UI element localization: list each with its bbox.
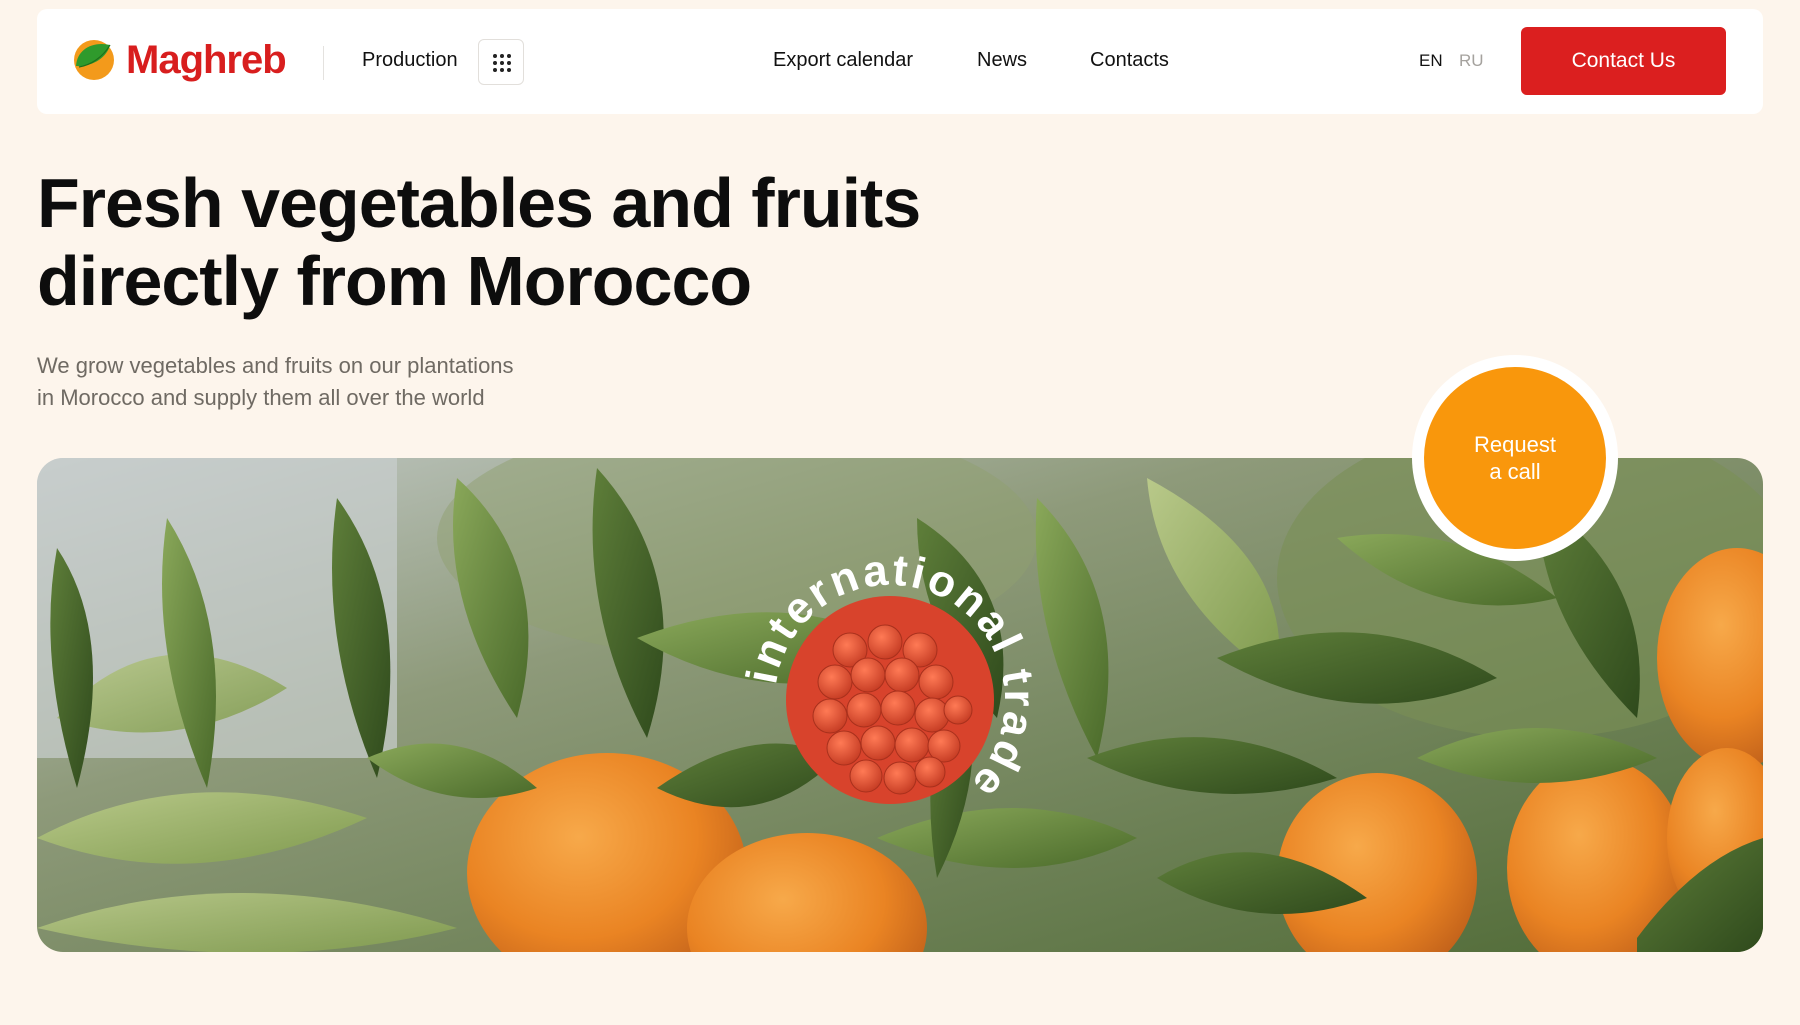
request-call-button[interactable]: Request a call xyxy=(1412,355,1618,561)
header-divider xyxy=(323,46,324,80)
hero-subtitle: We grow vegetables and fruits on our pla… xyxy=(37,350,597,414)
nav-export-calendar[interactable]: Export calendar xyxy=(773,47,913,73)
request-call-line-1: Request xyxy=(1474,432,1556,457)
language-en[interactable]: EN xyxy=(1419,50,1443,72)
site-header: Maghreb Production Export calendar News … xyxy=(37,9,1763,114)
hero-title-line-2: directly from Morocco xyxy=(37,242,752,320)
hero-title-line-1: Fresh vegetables and fruits xyxy=(37,164,921,242)
nav-news[interactable]: News xyxy=(977,47,1027,73)
logo[interactable]: Maghreb xyxy=(73,38,287,82)
hero-subtitle-line-1: We grow vegetables and fruits on our pla… xyxy=(37,353,514,378)
nav-production[interactable]: Production xyxy=(362,47,458,73)
hero-title: Fresh vegetables and fruits directly fro… xyxy=(37,164,1037,320)
international-trade-badge: international trade xyxy=(740,550,1040,810)
orange-leaf-logo-icon xyxy=(74,40,114,80)
request-call-circle[interactable]: Request a call xyxy=(1424,367,1606,549)
production-menu-button[interactable] xyxy=(478,39,524,85)
language-ru[interactable]: RU xyxy=(1459,50,1484,72)
hero-subtitle-line-2: in Morocco and supply them all over the … xyxy=(37,385,485,410)
grid-dots-icon xyxy=(493,54,511,72)
logo-text: Maghreb xyxy=(126,38,287,82)
contact-us-button[interactable]: Contact Us xyxy=(1521,27,1726,95)
nav-contacts[interactable]: Contacts xyxy=(1090,47,1169,73)
request-call-line-2: a call xyxy=(1489,459,1541,484)
